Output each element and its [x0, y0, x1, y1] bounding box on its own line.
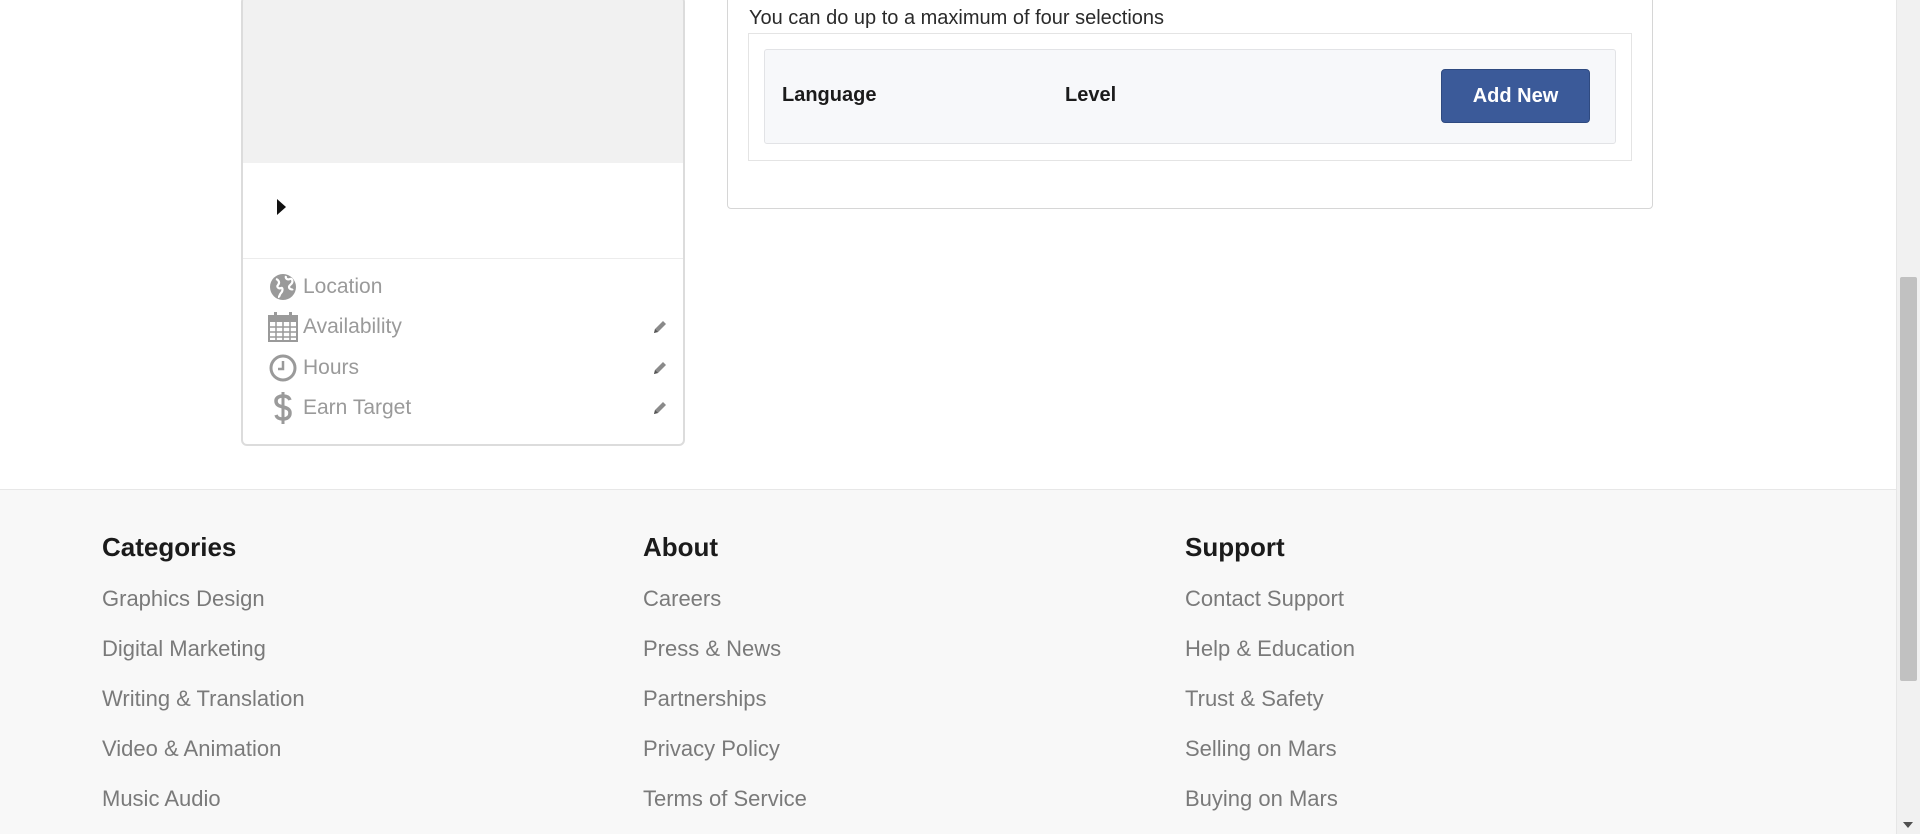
footer-link[interactable]: Video & Animation — [102, 736, 305, 786]
footer-link[interactable]: Selling on Mars — [1185, 736, 1355, 786]
footer-column-categories: Categories Graphics Design Digital Marke… — [102, 532, 305, 834]
footer-column-about: About Careers Press & News Partnerships … — [643, 532, 807, 834]
column-header-level: Level — [1065, 84, 1117, 106]
intro-video-area[interactable] — [243, 0, 683, 163]
edit-earn-target-pencil-icon[interactable] — [649, 397, 671, 419]
footer-link[interactable]: Careers — [643, 586, 807, 636]
calendar-icon — [267, 312, 299, 342]
clock-icon — [267, 353, 299, 383]
footer-link[interactable]: Press & News — [643, 636, 807, 686]
detail-label: Availability — [303, 315, 402, 338]
footer: Categories Graphics Design Digital Marke… — [0, 489, 1896, 834]
detail-label: Earn Target — [303, 396, 412, 419]
add-new-language-button[interactable]: Add New — [1441, 69, 1590, 123]
detail-label: Hours — [303, 356, 360, 379]
edit-hours-pencil-icon[interactable] — [649, 357, 671, 379]
footer-link[interactable]: Music Audio — [102, 786, 305, 834]
page: Location Availability Hours Earn Target … — [0, 0, 1920, 834]
footer-heading: Categories — [102, 532, 237, 562]
detail-label: Location — [303, 275, 383, 298]
footer-column-support: Support Contact Support Help & Education… — [1185, 532, 1355, 834]
detail-earn-target: Earn Target — [267, 390, 671, 426]
detail-availability: Availability — [267, 309, 671, 345]
footer-link[interactable]: Buying on Mars — [1185, 786, 1355, 834]
footer-link[interactable]: Digital Marketing — [102, 636, 305, 686]
dollar-icon — [267, 392, 299, 424]
footer-link[interactable]: Terms of Service — [643, 786, 807, 834]
edit-availability-pencil-icon[interactable] — [649, 316, 671, 338]
detail-hours: Hours — [267, 350, 671, 386]
video-controls — [243, 163, 683, 259]
scrollbar-thumb[interactable] — [1900, 277, 1917, 681]
footer-heading: About — [643, 532, 719, 562]
footer-link[interactable]: Help & Education — [1185, 636, 1355, 686]
footer-link[interactable]: Trust & Safety — [1185, 686, 1355, 736]
footer-link[interactable]: Graphics Design — [102, 586, 305, 636]
detail-location: Location — [267, 269, 671, 305]
footer-link[interactable]: Writing & Translation — [102, 686, 305, 736]
play-icon[interactable] — [277, 199, 286, 215]
footer-link[interactable]: Partnerships — [643, 686, 807, 736]
languages-card: You can do up to a maximum of four selec… — [727, 0, 1653, 209]
scroll-down-arrow-icon[interactable] — [1903, 822, 1913, 828]
languages-hint: You can do up to a maximum of four selec… — [749, 7, 1165, 29]
column-header-language: Language — [782, 84, 877, 106]
globe-icon — [267, 272, 299, 302]
footer-heading: Support — [1185, 532, 1285, 562]
vertical-scrollbar[interactable] — [1896, 0, 1920, 834]
footer-link[interactable]: Contact Support — [1185, 586, 1355, 636]
languages-table-frame: Language Level Add New — [748, 33, 1632, 161]
languages-table-header: Language Level Add New — [764, 49, 1616, 144]
footer-link[interactable]: Privacy Policy — [643, 736, 807, 786]
profile-card: Location Availability Hours Earn Target — [241, 0, 685, 446]
